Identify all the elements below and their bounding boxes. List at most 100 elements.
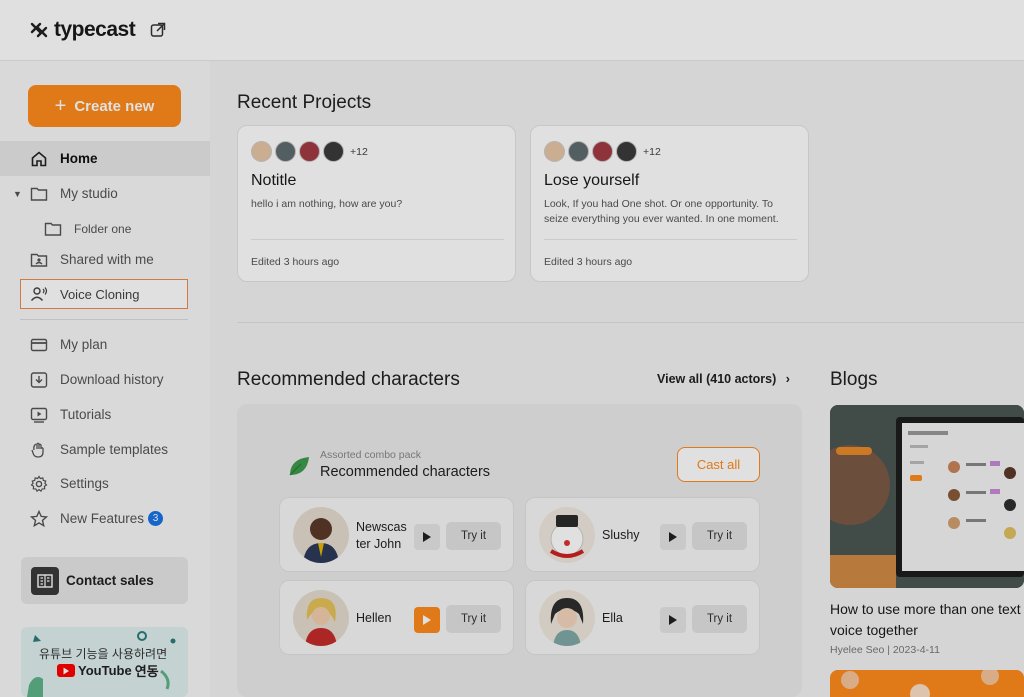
avatar: [323, 141, 344, 162]
sidebar-item-settings[interactable]: Settings: [0, 466, 210, 501]
avatar: [251, 141, 272, 162]
sidebar-item-label: Settings: [60, 476, 109, 491]
banner-brand-line: YouTube 연동: [57, 661, 159, 680]
caret-down-icon[interactable]: ▼: [13, 189, 22, 199]
avatar: [544, 141, 565, 162]
avatar: [275, 141, 296, 162]
sidebar-item-shared-with-me[interactable]: Shared with me: [0, 242, 210, 277]
create-new-button[interactable]: + Create new: [28, 85, 181, 127]
sidebar-divider: [20, 319, 188, 320]
blog-title-line1: How to use more than one text: [830, 601, 1021, 617]
folder-icon: [44, 220, 62, 238]
cast-all-button[interactable]: Cast all: [677, 447, 760, 482]
recommended-panel: Assorted combo pack Recommended characte…: [237, 404, 802, 697]
external-link-icon[interactable]: [150, 22, 166, 38]
youtube-connect-banner[interactable]: 유튜브 기능을 사용하려면 YouTube 연동: [21, 627, 188, 697]
sidebar-item-voice-cloning[interactable]: Voice Cloning: [20, 279, 188, 309]
card-divider: [544, 239, 797, 240]
blogs-heading: Blogs: [830, 369, 878, 390]
contact-sales-button[interactable]: Contact sales: [21, 557, 188, 604]
sidebar-item-label: Voice Cloning: [60, 286, 140, 302]
blog-post-image[interactable]: [830, 405, 1024, 588]
sidebar-item-label: Download history: [60, 372, 164, 387]
character-name: Slushy: [602, 528, 640, 542]
app-name: typecast: [54, 18, 136, 41]
character-name-line1: Newscas: [356, 520, 407, 534]
try-it-button[interactable]: Try it: [446, 605, 501, 633]
card-divider: [251, 239, 504, 240]
sidebar-item-new-features[interactable]: New Features 3: [0, 501, 210, 536]
leaf-icon: [287, 454, 311, 478]
sidebar-item-my-plan[interactable]: My plan: [0, 327, 210, 362]
project-title: Lose yourself: [544, 172, 640, 189]
home-icon: [30, 150, 48, 168]
card-icon: [30, 336, 48, 354]
view-all-label: View all (410 actors): [657, 372, 777, 386]
avatar: [616, 141, 637, 162]
avatar: [568, 141, 589, 162]
try-it-button[interactable]: Try it: [692, 522, 747, 550]
character-card[interactable]: Hellen Try it: [279, 580, 514, 655]
blog-post-image-2[interactable]: [830, 670, 1024, 697]
sidebar-item-download-history[interactable]: Download history: [0, 362, 210, 397]
character-name: Hellen: [356, 611, 392, 625]
character-card[interactable]: Newscas ter John Try it: [279, 497, 514, 572]
recent-projects-heading: Recent Projects: [237, 92, 372, 113]
building-icon: [31, 566, 59, 595]
sidebar-item-label: Shared with me: [60, 252, 154, 267]
character-avatar: [293, 590, 349, 646]
play-button[interactable]: [414, 524, 440, 550]
character-card[interactable]: Slushy Try it: [525, 497, 760, 572]
sidebar-item-label: Home: [60, 151, 98, 166]
top-bar: typecast: [0, 0, 1024, 61]
pack-title: Recommended characters: [320, 464, 491, 480]
typecast-logo[interactable]: typecast: [30, 18, 136, 42]
play-button[interactable]: [660, 524, 686, 550]
sidebar-item-label: My plan: [60, 337, 108, 352]
character-name-line2: ter John: [356, 537, 402, 551]
project-description: Look, If you had One shot. Or one opport…: [544, 198, 779, 225]
sidebar-item-sample-templates[interactable]: Sample templates: [0, 432, 210, 467]
project-description: hello i am nothing, how are you?: [251, 198, 403, 210]
sidebar-item-home[interactable]: Home: [0, 141, 210, 176]
project-title: Notitle: [251, 172, 297, 189]
avatar-group: +12: [251, 141, 368, 162]
project-card[interactable]: +12 Lose yourself Look, If you had One s…: [530, 125, 809, 282]
view-all-link[interactable]: View all (410 actors) ›: [657, 372, 790, 386]
typecast-logo-icon: [30, 20, 50, 40]
character-avatar: [539, 507, 595, 563]
download-icon: [30, 371, 48, 389]
banner-text: 유튜브 기능을 사용하려면: [39, 647, 168, 661]
character-card[interactable]: Ella Try it: [525, 580, 760, 655]
voice-cloning-icon: [30, 285, 48, 303]
avatar-group: +12: [544, 141, 661, 162]
shared-folder-icon: [30, 251, 48, 269]
star-icon: [30, 509, 48, 528]
try-it-button[interactable]: Try it: [446, 522, 501, 550]
video-icon: [30, 406, 48, 424]
pack-subtitle: Assorted combo pack: [320, 449, 421, 461]
create-new-label: Create new: [74, 97, 155, 115]
project-card[interactable]: +12 Notitle hello i am nothing, how are …: [237, 125, 516, 282]
play-button[interactable]: [660, 607, 686, 633]
sidebar-item-label: New Features: [60, 511, 145, 526]
character-avatar: [293, 507, 349, 563]
avatar-more-count: +12: [350, 145, 368, 158]
sidebar-item-label: Tutorials: [60, 407, 112, 422]
blog-post-title[interactable]: How to use more than one text voice toge…: [830, 599, 1024, 641]
character-name: Ella: [602, 611, 623, 625]
folder-icon: [30, 185, 48, 203]
sidebar: + Create new Home ▼ My studio Folder one…: [0, 61, 210, 697]
character-avatar: [539, 590, 595, 646]
contact-sales-label: Contact sales: [66, 573, 154, 588]
youtube-brand: YouTube: [78, 663, 132, 678]
blog-post-meta: Hyelee Seo | 2023-4-11: [830, 644, 940, 656]
sidebar-item-my-studio[interactable]: ▼ My studio: [0, 176, 210, 211]
try-it-button[interactable]: Try it: [692, 605, 747, 633]
sidebar-item-tutorials[interactable]: Tutorials: [0, 397, 210, 432]
youtube-icon: [57, 664, 75, 677]
sidebar-item-folder-one[interactable]: Folder one: [0, 211, 210, 246]
avatar: [299, 141, 320, 162]
sidebar-item-label: Sample templates: [60, 442, 169, 457]
play-button-active[interactable]: [414, 607, 440, 633]
